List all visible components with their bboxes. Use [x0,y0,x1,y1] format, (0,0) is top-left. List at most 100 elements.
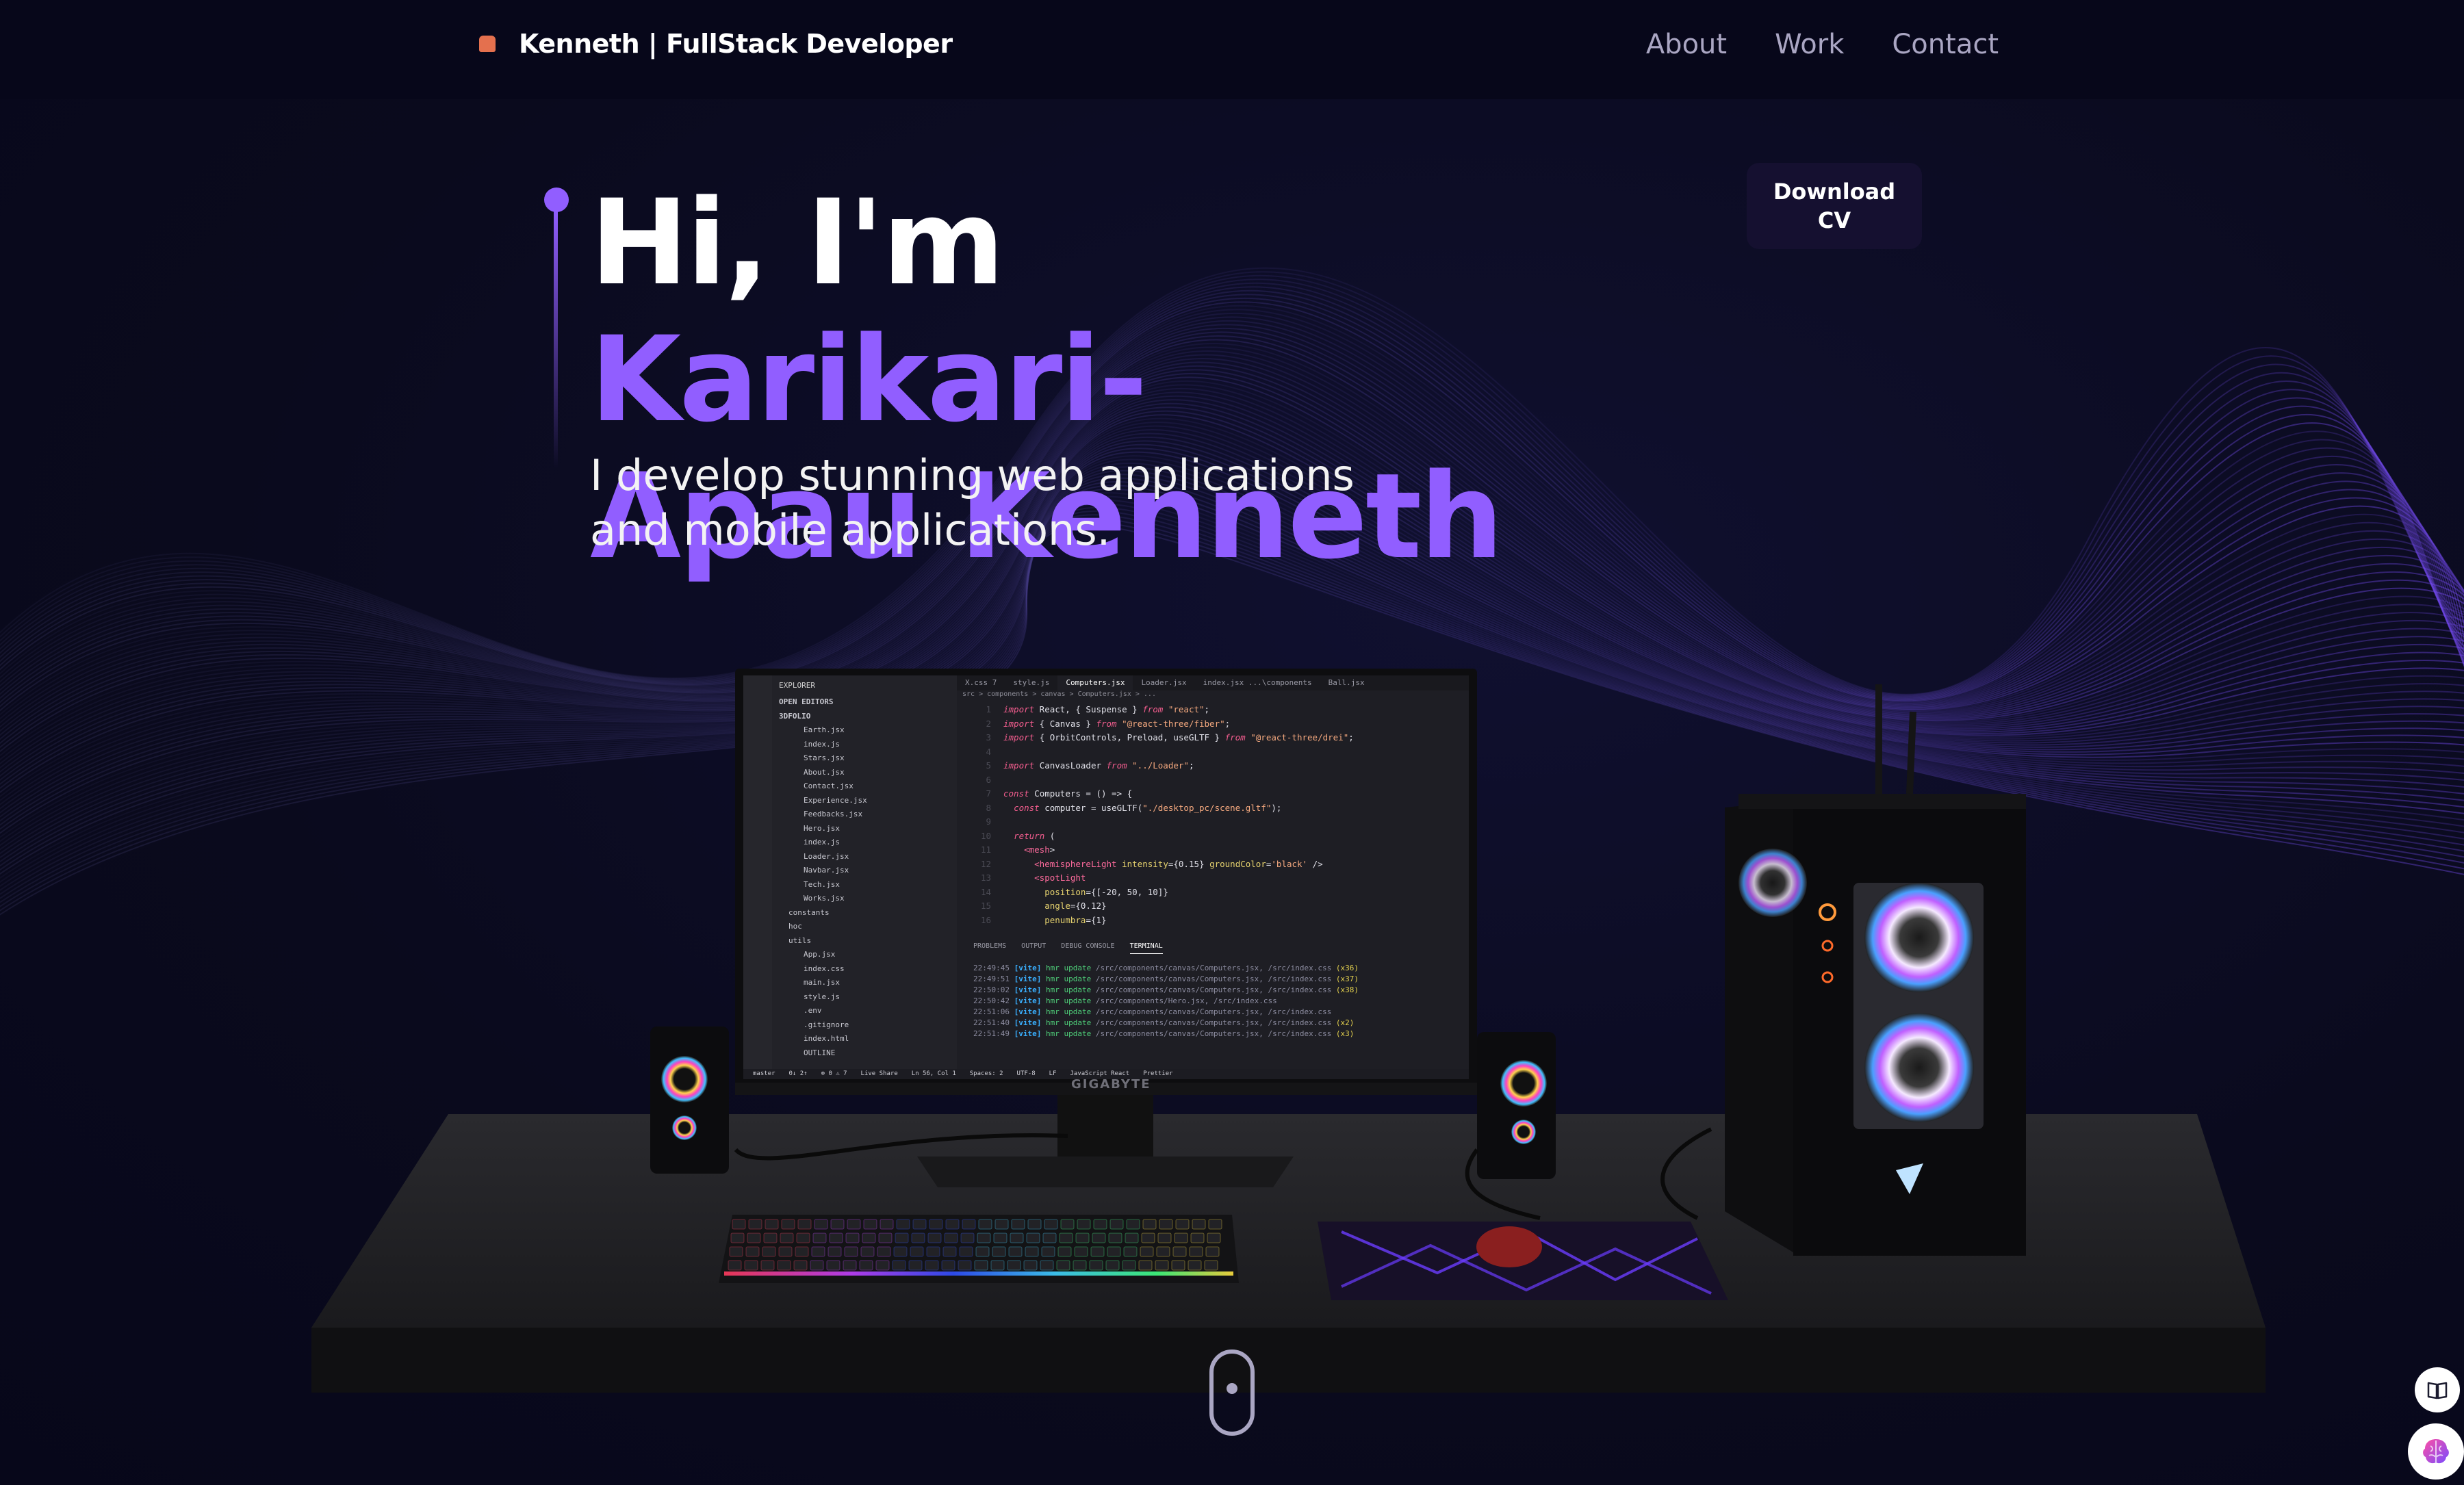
nav-link-work[interactable]: Work [1775,29,1844,60]
desk-front [311,1328,2266,1393]
right-speaker-ring-top [1500,1060,1547,1107]
panel-tab[interactable]: OUTPUT [1021,939,1046,954]
keyboard-key [892,1260,906,1271]
explorer-file-item[interactable]: hoc [772,920,957,934]
keyboard-key [796,1232,810,1243]
explorer-file-item[interactable]: index.js [772,836,957,850]
status-item[interactable]: Live Share [861,1069,898,1079]
panel-tab[interactable]: PROBLEMS [973,939,1006,954]
editor-activity-bar [743,675,772,1079]
download-cv-button[interactable]: Download CV [1747,163,1922,249]
explorer-file-item[interactable]: style.js [772,990,957,1005]
explorer-file-item[interactable]: Navbar.jsx [772,864,957,878]
code-line: 9 [986,816,991,827]
explorer-project[interactable]: 3DFOLIO [772,710,957,724]
nav-link-about[interactable]: About [1646,29,1727,60]
status-item[interactable]: Spaces: 2 [970,1069,1003,1079]
keyboard-key [1010,1232,1024,1243]
status-item[interactable]: Ln 56, Col 1 [912,1069,956,1079]
logo-link[interactable]: Kenneth | FullStack Developer [479,29,953,59]
nav-link-contact[interactable]: Contact [1892,29,1999,60]
explorer-file-item[interactable]: constants [772,906,957,920]
explorer-file-item[interactable]: .env [772,1004,957,1018]
explorer-file-item[interactable]: App.jsx [772,948,957,962]
keyboard-key [927,1232,942,1243]
code-line: 10 return ( [980,830,1055,841]
keyboard-key [1011,1219,1025,1230]
editor-tab[interactable]: style.js [1005,675,1057,690]
keyboard-key [896,1219,910,1230]
keyboard-key [929,1219,943,1230]
terminal-line: 22:51:49 [vite] hmr update /src/componen… [973,1029,1355,1038]
hero-subtitle-line2: and mobile applications. [590,505,1111,555]
explorer-open-editors[interactable]: OPEN EDITORS [772,695,957,710]
keyboard-key [1172,1246,1187,1257]
explorer-file-item[interactable]: index.css [772,962,957,977]
keyboard-key [1025,1246,1039,1257]
explorer-file-item[interactable]: About.jsx [772,766,957,780]
keyboard-key [1041,1246,1055,1257]
editor-terminal: 22:49:45 [vite] hmr update /src/componen… [973,963,1466,1040]
editor-tab[interactable]: index.jsx ...\components [1195,675,1320,690]
panel-tab[interactable]: DEBUG CONSOLE [1061,939,1114,954]
explorer-file-item[interactable]: Feedbacks.jsx [772,808,957,822]
code-line: 4 [986,746,991,757]
keyboard-key [1159,1219,1173,1230]
keyboard-key [959,1246,973,1257]
status-item[interactable]: 0↓ 2↑ [789,1069,808,1079]
keyboard-key [795,1246,809,1257]
explorer-file-item[interactable]: utils [772,934,957,948]
editor-breadcrumb: src > components > canvas > Computers.js… [962,690,1156,698]
explorer-file-item[interactable]: Experience.jsx [772,794,957,808]
book-widget-button[interactable] [2415,1367,2460,1412]
keyboard-key [1192,1219,1206,1230]
explorer-file-item[interactable]: Loader.jsx [772,850,957,864]
keyboard-key [780,1232,794,1243]
keyboard-key [1204,1260,1218,1271]
keyboard-key [729,1246,743,1257]
keyboard-key [765,1219,779,1230]
editor-tab[interactable]: Computers.jsx [1057,675,1133,690]
keyboard-key [762,1246,776,1257]
status-item[interactable]: ⊗ 0 ⚠ 7 [821,1069,847,1079]
keyboard-key [1027,1219,1042,1230]
logo-text: Kenneth | FullStack Developer [519,29,953,59]
hero-timeline-bar [554,209,558,469]
book-icon [2427,1382,2448,1399]
explorer-file-item[interactable]: index.js [772,738,957,752]
left-speaker-ring-bottom [672,1115,697,1140]
keyboard-key [814,1219,828,1230]
explorer-file-item[interactable]: .gitignore [772,1018,957,1033]
explorer-file-item[interactable]: Stars.jsx [772,751,957,766]
mouse [1476,1226,1542,1267]
brain-icon [2423,1439,2449,1464]
keyboard-key [760,1260,775,1271]
hero-name-first: Karikari- [590,311,1148,448]
explorer-file-item[interactable]: main.jsx [772,976,957,990]
keyboard-key [911,1232,925,1243]
explorer-file-item[interactable]: Hero.jsx [772,822,957,836]
keyboard-key [1007,1260,1021,1271]
explorer-file-item[interactable]: Works.jsx [772,892,957,906]
keyboard-key [744,1260,758,1271]
brain-widget-button[interactable] [2408,1423,2464,1480]
pc-fan-top [1864,883,1974,992]
editor-tab[interactable]: Loader.jsx [1133,675,1194,690]
editor-tab[interactable]: Ball.jsx [1320,675,1373,690]
status-item[interactable]: UTF-8 [1017,1069,1036,1079]
pc-tower-top [1738,794,2026,809]
keyboard-key [1109,1219,1124,1230]
editor-tab[interactable]: X.css 7 [957,675,1005,690]
panel-tab[interactable]: TERMINAL [1129,939,1163,954]
explorer-file-item[interactable]: index.html [772,1032,957,1046]
explorer-file-item[interactable]: Tech.jsx [772,878,957,892]
keyboard-key [863,1219,877,1230]
status-item[interactable]: LF [1049,1069,1057,1079]
explorer-file-item[interactable]: Earth.jsx [772,723,957,738]
keyboard-key [763,1232,778,1243]
explorer-file-item[interactable]: OUTLINE [772,1046,957,1061]
status-item[interactable]: master [753,1069,775,1079]
keyboard-key [777,1260,791,1271]
explorer-file-item[interactable]: Contact.jsx [772,779,957,794]
keyboard-key [1008,1246,1023,1257]
